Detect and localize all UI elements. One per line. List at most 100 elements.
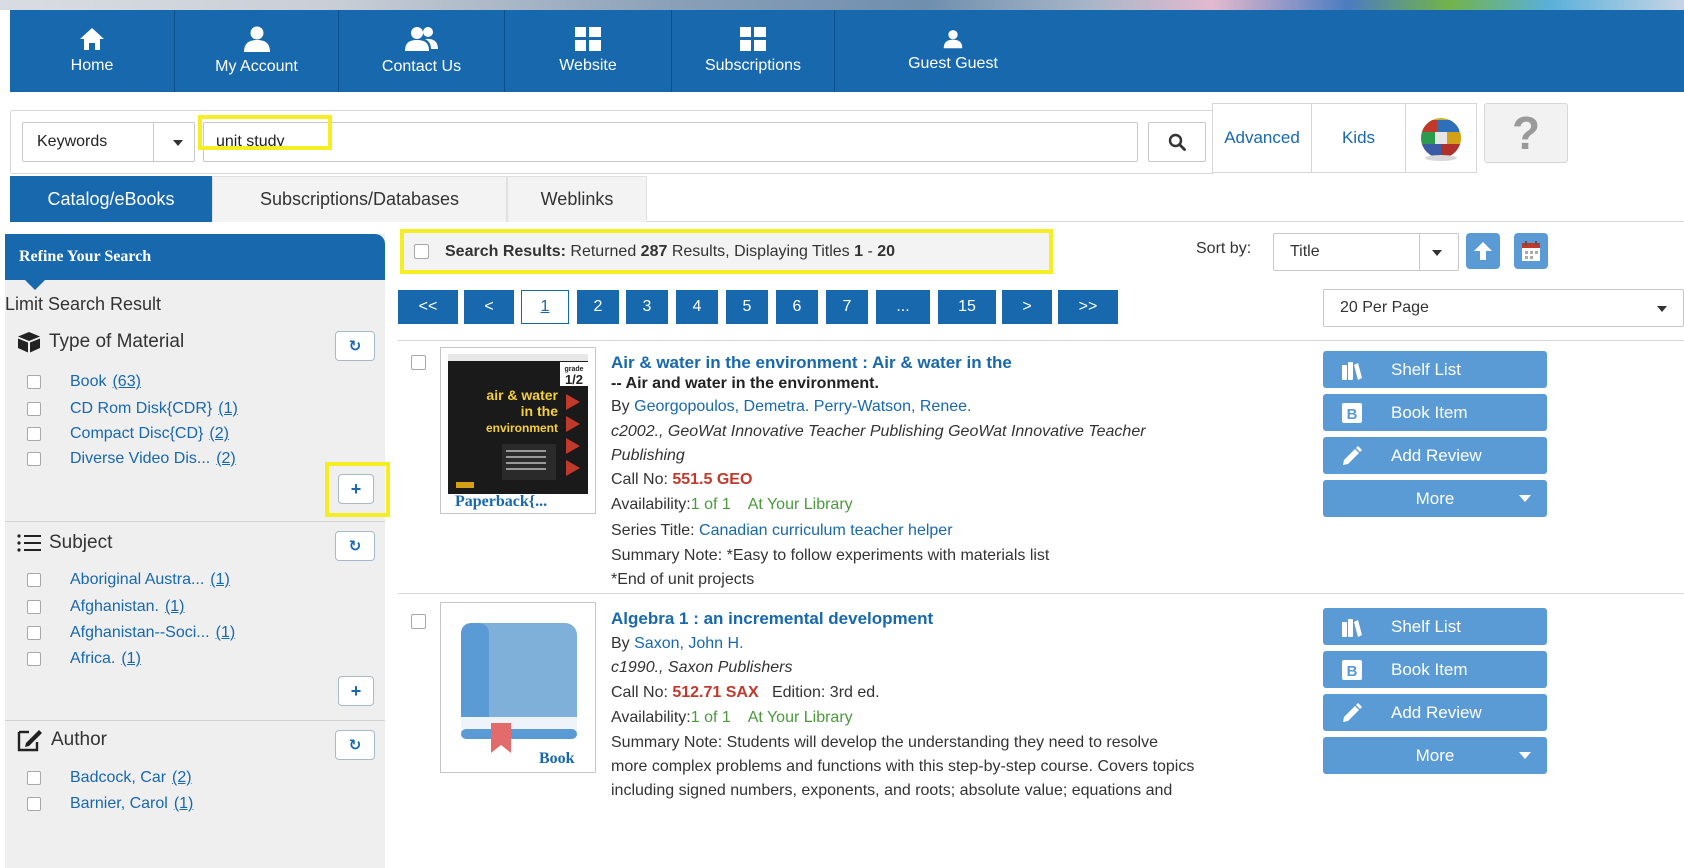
facet-checkbox[interactable] — [27, 402, 41, 416]
page-2[interactable]: 2 — [577, 290, 619, 324]
book-item-icon: B — [1342, 402, 1362, 423]
availability-count[interactable]: 1 of 1 — [691, 709, 731, 726]
refine-title-text: Refine Your Search — [19, 248, 152, 265]
facet-divider — [5, 720, 385, 721]
facet-item[interactable]: Afghanistan--Soci... (1) — [27, 624, 235, 642]
page-first[interactable]: << — [398, 290, 458, 324]
cover-grade-number: 1/2 — [565, 372, 583, 387]
chevron-down-icon — [1519, 752, 1531, 759]
select-all-checkbox[interactable] — [414, 244, 429, 259]
page-1[interactable]: 1 — [521, 290, 569, 324]
facet-reset-button[interactable]: ↻ — [335, 730, 375, 760]
facet-item[interactable]: Book (63) — [27, 373, 141, 391]
result-title-link[interactable]: Air & water in the environment : Air & w… — [611, 353, 1012, 373]
results-dash: - — [867, 242, 873, 260]
facet-checkbox[interactable] — [27, 771, 41, 785]
advanced-search-label: Advanced — [1224, 128, 1300, 147]
facet-item[interactable]: Afghanistan. (1) — [27, 598, 185, 616]
page-next[interactable]: > — [1002, 290, 1052, 324]
tab-subscriptions-databases[interactable]: Subscriptions/Databases — [212, 176, 507, 222]
search-button[interactable] — [1148, 122, 1206, 162]
facet-item-count: (63) — [112, 373, 141, 390]
more-button[interactable]: More — [1323, 480, 1547, 517]
facet-item[interactable]: CD Rom Disk{CDR} (1) — [27, 400, 238, 418]
kids-link[interactable]: Kids — [1311, 103, 1406, 173]
add-review-button[interactable]: Add Review — [1323, 694, 1547, 731]
shelf-list-button[interactable]: Shelf List — [1323, 351, 1547, 388]
nav-home[interactable]: Home — [10, 10, 175, 92]
facet-checkbox[interactable] — [27, 652, 41, 666]
page-prev[interactable]: < — [464, 290, 514, 324]
facet-expand-button[interactable]: + — [338, 474, 374, 504]
search-type-select[interactable]: Keywords — [22, 122, 195, 162]
page-last[interactable]: >> — [1058, 290, 1118, 324]
facet-item[interactable]: Diverse Video Dis... (2) — [27, 450, 236, 468]
page-5[interactable]: 5 — [726, 290, 768, 324]
facet-checkbox[interactable] — [27, 626, 41, 640]
tab-subscriptions-databases-label: Subscriptions/Databases — [259, 189, 460, 209]
nav-contact-us[interactable]: Contact Us — [339, 10, 505, 92]
nav-guest-user[interactable]: Guest Guest — [835, 10, 1071, 92]
facet-checkbox[interactable] — [27, 797, 41, 811]
facet-item[interactable]: Compact Disc{CD} (2) — [27, 425, 229, 443]
advanced-search-link[interactable]: Advanced — [1212, 103, 1312, 173]
book-item-button[interactable]: B Book Item — [1323, 394, 1547, 431]
result-row: grade 1/2 air & water in the environment… — [398, 340, 1684, 593]
page-3[interactable]: 3 — [626, 290, 668, 324]
shelf-list-button[interactable]: Shelf List — [1323, 608, 1547, 645]
facet-item-count: (1) — [215, 624, 236, 641]
arrow-up-icon — [1474, 242, 1492, 260]
facet-checkbox[interactable] — [27, 600, 41, 614]
facet-checkbox[interactable] — [27, 573, 41, 587]
result-format-label: Paperback{... — [455, 493, 548, 510]
series-link[interactable]: Canadian curriculum teacher helper — [699, 522, 952, 539]
tab-weblinks[interactable]: Weblinks — [507, 176, 647, 222]
help-button[interactable]: ? — [1484, 103, 1568, 163]
page-15[interactable]: 15 — [938, 290, 996, 324]
availability-count[interactable]: 1 of 1 — [691, 496, 731, 513]
facet-item[interactable]: Aboriginal Austra... (1) — [27, 571, 230, 589]
more-label: More — [1415, 745, 1455, 765]
book-item-button[interactable]: B Book Item — [1323, 651, 1547, 688]
facet-item-label: CD Rom Disk{CDR} — [70, 400, 213, 417]
availability-location[interactable]: At Your Library — [748, 496, 853, 513]
calendar-button[interactable] — [1514, 233, 1548, 269]
page-6[interactable]: 6 — [776, 290, 818, 324]
facet-item-label: Afghanistan--Soci... — [70, 624, 210, 641]
page-ellipsis[interactable]: ... — [876, 290, 930, 324]
facet-checkbox[interactable] — [27, 452, 41, 466]
svg-text:B: B — [1347, 663, 1358, 680]
facet-checkbox[interactable] — [27, 427, 41, 441]
facet-item[interactable]: Africa. (1) — [27, 650, 141, 668]
per-page-select[interactable]: 20 Per Page — [1323, 289, 1684, 327]
availability-location[interactable]: At Your Library — [748, 709, 853, 726]
facet-item[interactable]: Badcock, Car (2) — [27, 769, 192, 787]
page-7[interactable]: 7 — [826, 290, 868, 324]
nav-my-account[interactable]: My Account — [175, 10, 339, 92]
result-title-link[interactable]: Algebra 1 : an incremental development — [611, 609, 933, 629]
nav-subscriptions[interactable]: Subscriptions — [672, 10, 835, 92]
result-checkbox[interactable] — [411, 614, 426, 629]
page-4[interactable]: 4 — [676, 290, 718, 324]
nav-website[interactable]: Website — [505, 10, 672, 92]
author-link[interactable]: Georgopoulos, Demetra. Perry-Watson, Ren… — [634, 398, 971, 415]
facet-reset-button[interactable]: ↻ — [335, 531, 375, 561]
result-thumbnail[interactable]: Book — [440, 602, 596, 773]
author-link[interactable]: Saxon, John H. — [634, 635, 743, 652]
facet-reset-button[interactable]: ↻ — [335, 331, 375, 361]
more-button[interactable]: More — [1323, 737, 1547, 774]
facet-checkbox[interactable] — [27, 375, 41, 389]
facet-expand-button[interactable]: + — [338, 676, 374, 706]
call-no-label: Call No: — [611, 684, 668, 701]
sort-direction-button[interactable] — [1466, 233, 1500, 269]
search-input[interactable] — [203, 122, 1138, 162]
add-review-button[interactable]: Add Review — [1323, 437, 1547, 474]
language-globe-button[interactable] — [1405, 103, 1477, 173]
results-returned-text: Returned — [570, 242, 637, 260]
result-checkbox[interactable] — [411, 355, 426, 370]
tab-catalog-ebooks[interactable]: Catalog/eBooks — [10, 176, 212, 222]
result-availability: Availability:1 of 1 At Your Library — [611, 494, 853, 516]
result-thumbnail[interactable]: grade 1/2 air & water in the environment… — [440, 347, 596, 514]
facet-item[interactable]: Barnier, Carol (1) — [27, 795, 193, 813]
sort-select[interactable]: Title — [1273, 233, 1459, 271]
